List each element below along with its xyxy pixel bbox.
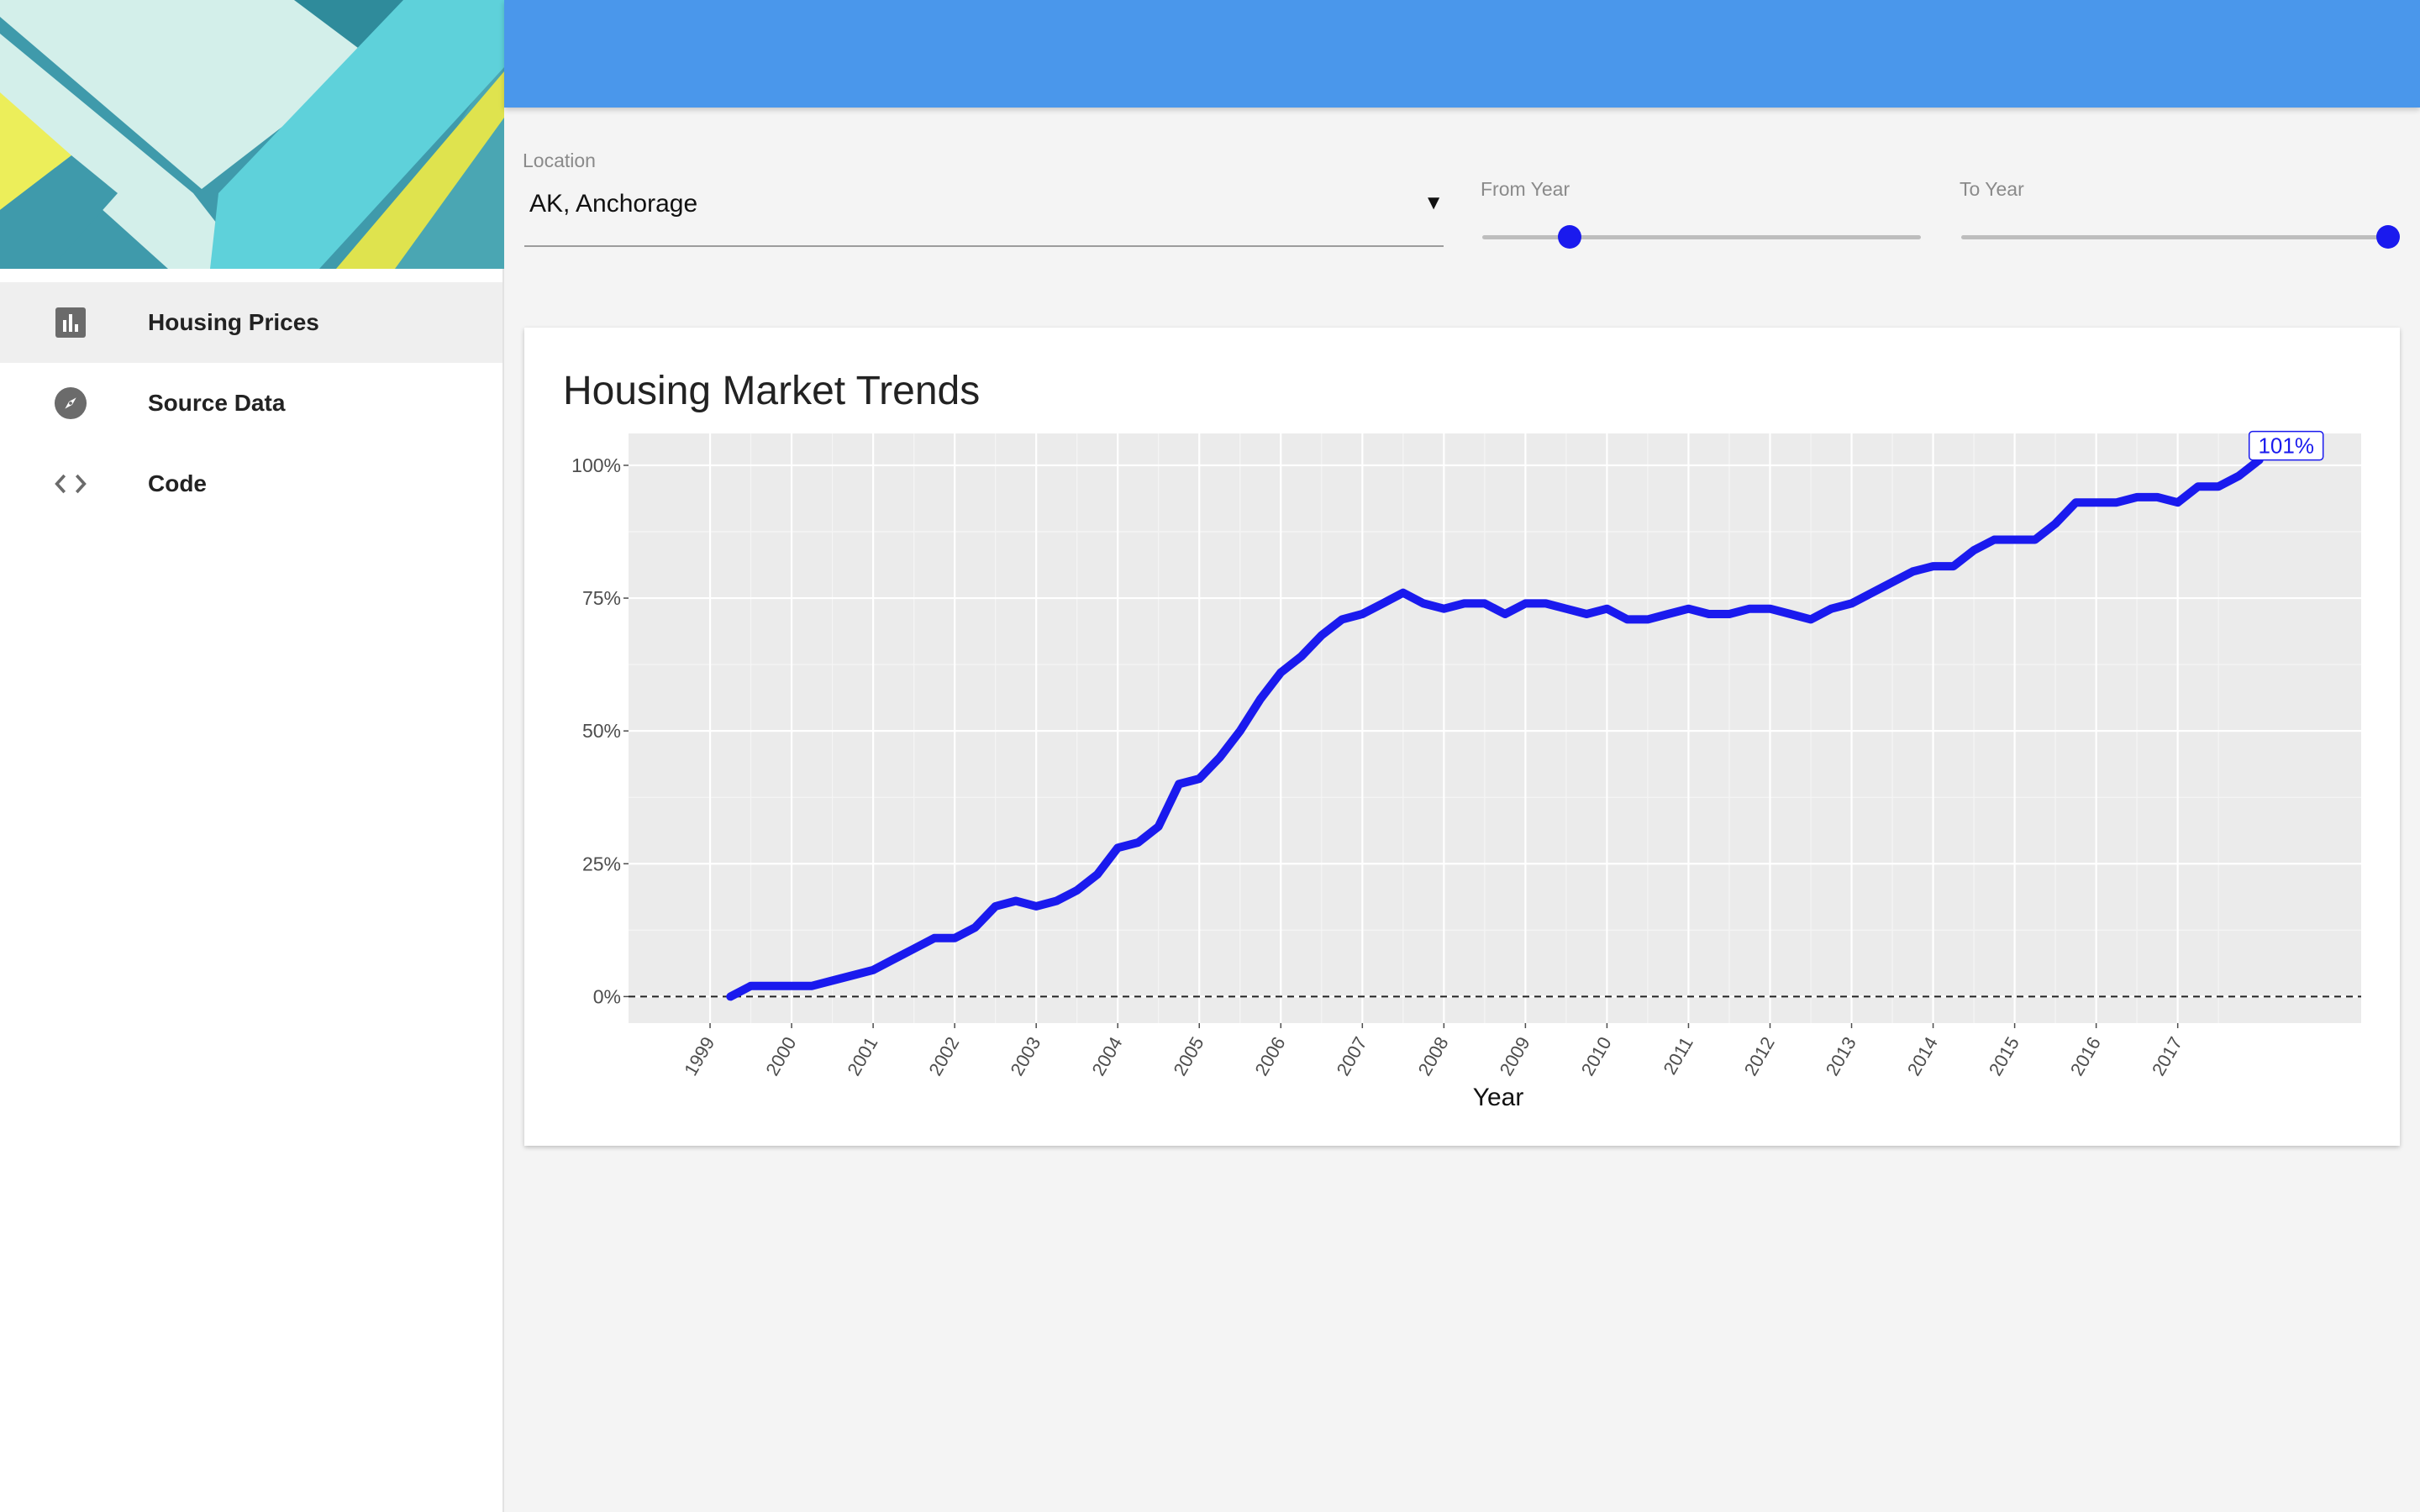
x-tick-label: 2000: [761, 1033, 800, 1079]
from-year-slider[interactable]: [1482, 220, 1921, 254]
sidebar-item-label: Housing Prices: [148, 309, 319, 335]
app-header-bar: [504, 0, 2420, 108]
y-tick-label: 50%: [582, 720, 621, 742]
dropdown-arrow-icon: ▼: [1423, 192, 1444, 214]
x-tick-label: 1999: [680, 1033, 718, 1079]
slider-track: [1482, 235, 1921, 239]
bar-chart-icon: [54, 306, 87, 339]
sidebar-item-source-data[interactable]: Source Data: [0, 363, 502, 444]
location-value: AK, Anchorage: [529, 190, 698, 218]
x-tick-label: 2006: [1250, 1033, 1289, 1079]
sidebar-item-label: Source Data: [148, 390, 286, 416]
x-tick-label: 2015: [1985, 1033, 2023, 1079]
material-banner-graphic: [0, 0, 504, 269]
housing-trends-chart: 1999 2000 2001 2002 2003 2004 2005 2006 2007 2008…: [571, 430, 2361, 1111]
x-tick-label: 2001: [843, 1033, 881, 1079]
sidebar-item-housing-prices[interactable]: Housing Prices: [0, 282, 502, 363]
x-tick-label: 2007: [1333, 1033, 1371, 1079]
sidebar-nav: Housing Prices Source Data Code: [0, 282, 502, 524]
x-tick-label: 2005: [1169, 1033, 1207, 1079]
x-tick-label: 2004: [1087, 1033, 1126, 1079]
code-icon: [54, 467, 87, 501]
x-tick-label: 2002: [924, 1033, 963, 1079]
slider-thumb[interactable]: [1558, 225, 1582, 249]
plot-panel: [629, 433, 2361, 1023]
sidebar: Housing Prices Source Data Code: [0, 0, 504, 1512]
sidebar-item-code[interactable]: Code: [0, 444, 502, 524]
x-tick-label: 2013: [1822, 1033, 1860, 1079]
location-label: Location: [523, 150, 596, 171]
y-tick-label: 100%: [571, 454, 621, 476]
compass-icon: [54, 386, 87, 420]
x-tick-label: 2008: [1414, 1033, 1453, 1079]
x-tick-label: 2003: [1006, 1033, 1044, 1079]
end-value-label: 101%: [2258, 433, 2314, 459]
x-tick-label: 2016: [2066, 1033, 2105, 1079]
x-tick-label: 2012: [1740, 1033, 1779, 1079]
slider-thumb[interactable]: [2376, 225, 2400, 249]
x-tick-label: 2014: [1903, 1033, 1942, 1079]
x-axis-title: Year: [1473, 1084, 1524, 1111]
from-year-label: From Year: [1481, 178, 1570, 200]
x-tick-label: 2011: [1659, 1033, 1697, 1078]
y-tick-label: 75%: [582, 587, 621, 609]
location-select[interactable]: AK, Anchorage ▼: [524, 183, 1444, 247]
y-tick-label: 0%: [593, 985, 621, 1007]
to-year-slider[interactable]: [1961, 220, 2400, 254]
slider-track: [1961, 235, 2388, 239]
y-tick-label: 25%: [582, 853, 621, 874]
chart-card: Housing Market Trends 1999 2000 2001 2002 20…: [524, 328, 2400, 1146]
x-tick-label: 2010: [1577, 1033, 1616, 1079]
sidebar-banner-image: [0, 0, 504, 269]
to-year-label: To Year: [1960, 178, 2024, 200]
sidebar-item-label: Code: [148, 470, 207, 496]
x-tick-label: 2009: [1496, 1033, 1534, 1079]
x-tick-label: 2017: [2148, 1033, 2186, 1079]
